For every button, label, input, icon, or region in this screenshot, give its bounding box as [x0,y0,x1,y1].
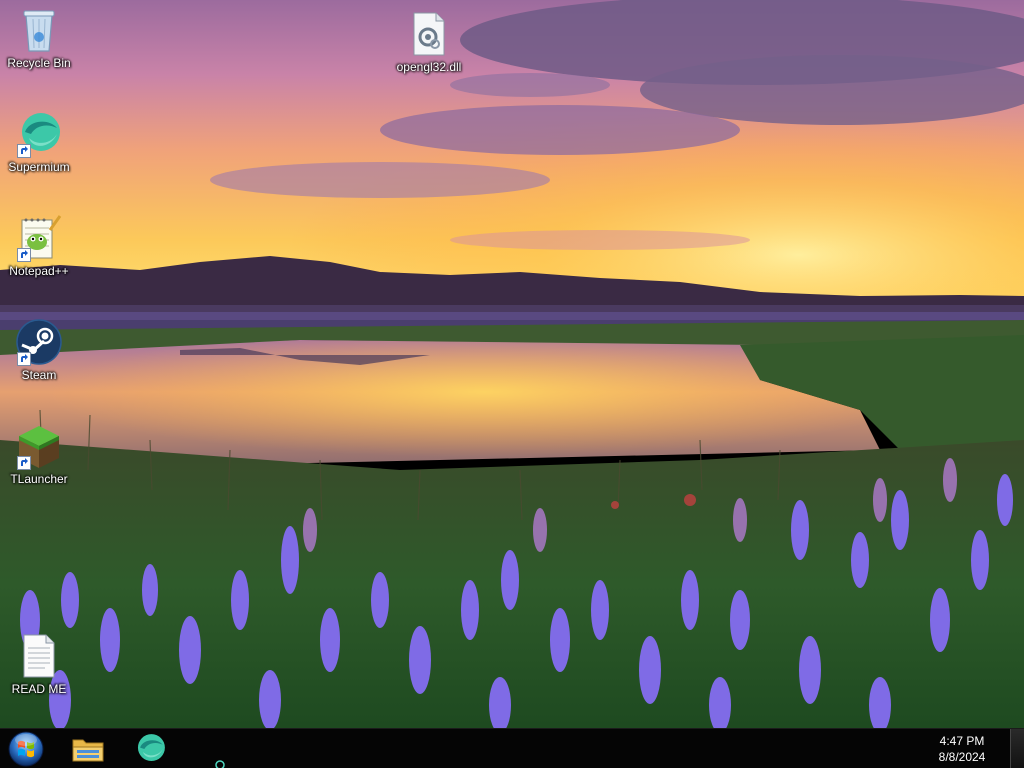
desktop-icon-steam[interactable]: Steam [1,318,77,382]
desktop-icon-label: TLauncher [10,472,68,486]
supermium-icon [137,734,165,762]
clock-time: 4:47 PM [939,734,985,748]
desktop-icon-label: Recycle Bin [7,56,71,70]
desktop-icon-opengl32-dll[interactable]: opengl32.dll [391,10,467,74]
desktop-icon-label: READ ME [11,682,67,696]
desktop-icon-label: Notepad++ [9,264,69,278]
taskbar-file-explorer-button[interactable] [64,731,112,767]
file-explorer-icon [72,739,104,762]
desktop-icon-recycle-bin[interactable]: Recycle Bin [1,6,77,70]
desktop-icon-read-me[interactable]: READ ME [1,632,77,696]
shortcut-arrow-icon [17,248,31,262]
desktop-wallpaper [0,0,1024,728]
taskbar-clock[interactable]: 4:47 PM 8/8/2024 [922,733,1002,765]
mouse-cursor-icon [215,760,225,768]
desktop-icon-notepadpp[interactable]: Notepad++ [1,214,77,278]
dll-file-icon [405,10,453,58]
desktop-icon-tlauncher[interactable]: TLauncher [1,422,77,486]
tlauncher-icon [15,422,63,470]
shortcut-arrow-icon [17,144,31,158]
notepadpp-icon [15,214,63,262]
desktop-icon-label: opengl32.dll [396,60,462,74]
desktop-icon-label: Supermium [8,160,70,174]
taskbar-supermium-button[interactable] [126,731,174,767]
shortcut-arrow-icon [17,456,31,470]
shortcut-arrow-icon [17,352,31,366]
start-button[interactable] [6,731,46,767]
wallpaper-landscape [0,0,1024,728]
show-desktop-button[interactable] [1010,729,1024,768]
windows-start-orb-icon [8,731,44,767]
steam-icon [15,318,63,366]
supermium-icon [15,110,63,158]
text-file-icon [15,632,63,680]
desktop-icon-supermium[interactable]: Supermium [1,110,77,174]
taskbar: 4:47 PM 8/8/2024 [0,728,1024,768]
clock-date: 8/8/2024 [938,750,986,764]
desktop-icon-label: Steam [21,368,57,382]
recycle-bin-icon [15,6,63,54]
